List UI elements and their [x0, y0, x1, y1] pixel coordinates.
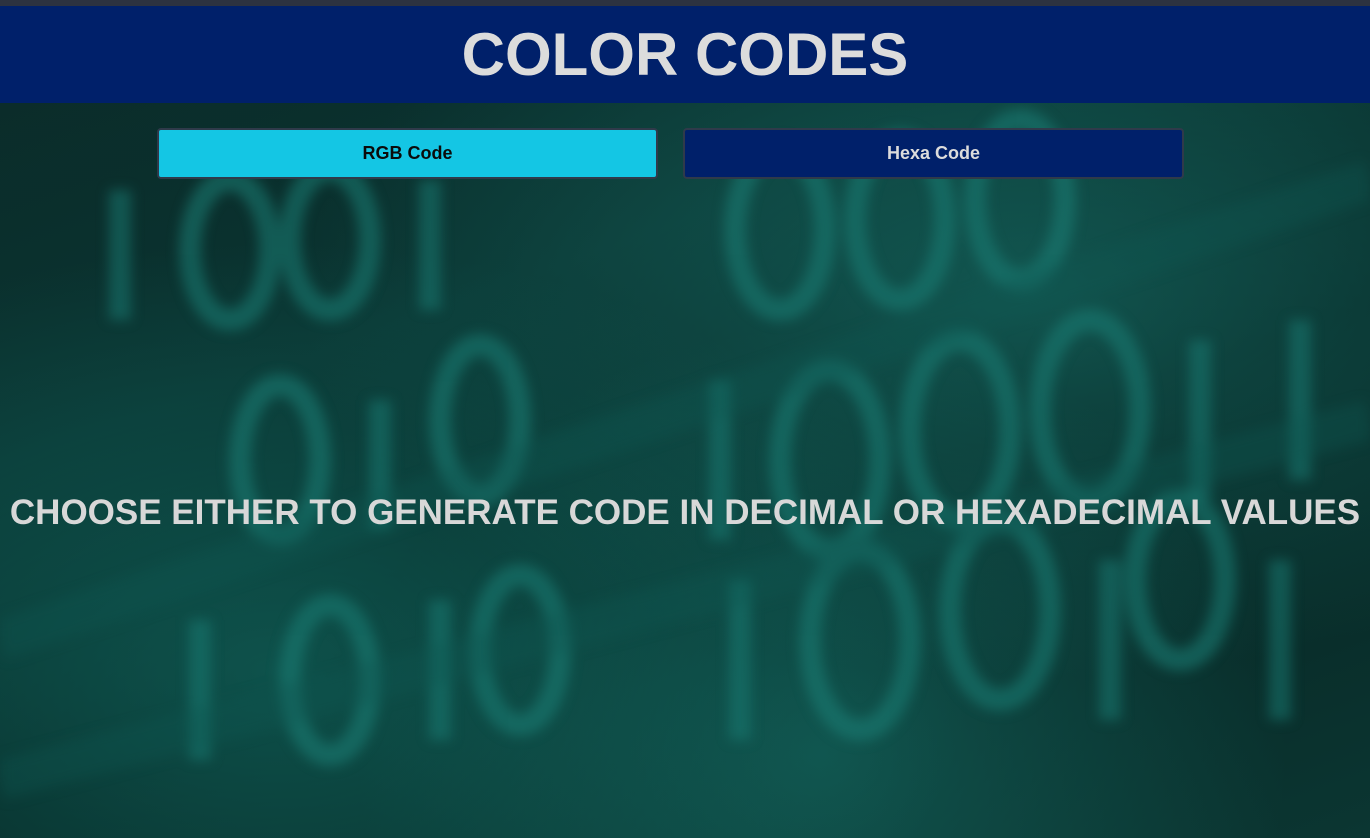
instruction-message: CHOOSE EITHER TO GENERATE CODE IN DECIMA…: [9, 493, 1361, 532]
binary-background-image: [0, 0, 1370, 838]
hexa-code-button[interactable]: Hexa Code: [683, 128, 1184, 179]
rgb-code-button[interactable]: RGB Code: [157, 128, 658, 179]
binary-digits-graphic: [0, 109, 1370, 800]
app-header: COLOR CODES: [0, 6, 1370, 103]
page-title: COLOR CODES: [461, 21, 909, 88]
app-window: COLOR CODES RGB Code Hexa Code CHOOSE EI…: [0, 0, 1370, 838]
